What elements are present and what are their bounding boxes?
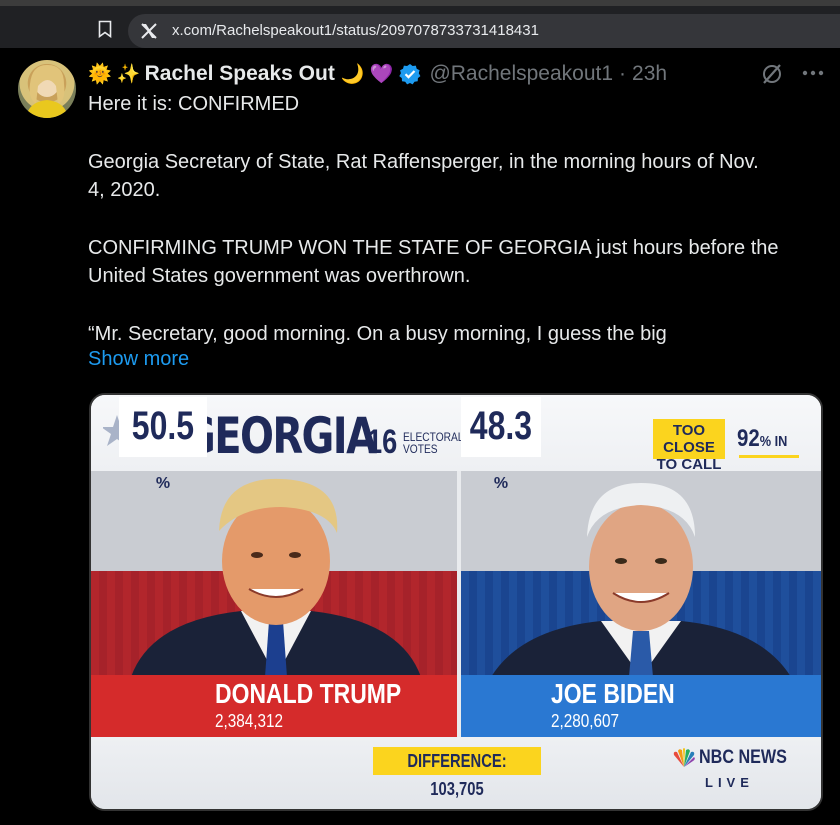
display-name[interactable]: Rachel Speaks Out	[145, 62, 335, 86]
peacock-icon	[673, 748, 695, 767]
bookmark-icon[interactable]	[98, 20, 112, 38]
biden-portrait	[491, 483, 791, 677]
candidate-name-left: DONALD TRUMP	[215, 678, 402, 709]
vote-percent-right: 48.3%	[461, 397, 541, 492]
candidate-votes-right: 2,280,607	[551, 711, 620, 731]
avatar[interactable]	[18, 60, 76, 118]
browser-address-bar: x.com/Rachelspeakout1/status/20970787337…	[0, 0, 840, 48]
candidate-votes-left: 2,384,312	[215, 711, 284, 731]
electoral-label-line: VOTES	[403, 442, 438, 456]
timestamp[interactable]: 23h	[632, 62, 667, 86]
tweet-paragraph: Here it is: CONFIRMED	[88, 93, 300, 115]
candidate-panel-right	[461, 471, 821, 677]
live-label: LIVE	[705, 775, 754, 790]
vote-difference-badge: DIFFERENCE: 103,705	[373, 747, 541, 799]
tweet-header: 🌞 ✨ Rachel Speaks Out 🌙 💜 @Rachelspeakou…	[88, 60, 667, 88]
x-logo-icon	[141, 23, 157, 39]
state-name: GEORGIA	[183, 407, 377, 465]
candidate-panel-left	[91, 471, 457, 677]
candidate-name-right: JOE BIDEN	[551, 678, 675, 709]
race-status-line: TOO CLOSE	[663, 422, 715, 456]
show-more-link[interactable]: Show more	[88, 348, 189, 371]
electoral-votes: 16	[367, 423, 398, 461]
percent-reporting-value: 92	[737, 425, 760, 452]
grok-icon[interactable]	[760, 62, 784, 86]
race-status-badge: TOO CLOSE TO CALL	[653, 419, 725, 473]
more-options-icon[interactable]	[800, 62, 826, 84]
vote-percent-left-sign: %	[155, 475, 171, 492]
handle[interactable]: @Rachelspeakout1	[429, 62, 613, 86]
network-name: NBC NEWS	[699, 747, 787, 768]
emoji-suffix: 🌙 💜	[340, 63, 394, 85]
tweet-media-image[interactable]: 20 20 GEORGIA 16 ELECTORAL VOTES TOO CLO…	[89, 393, 823, 811]
vote-percent-right-sign: %	[493, 475, 509, 492]
vote-percent-left-value: 50.5	[131, 404, 195, 448]
vote-percent-left: 50.5%	[119, 397, 207, 492]
nbc-news-logo: NBC NEWS LIVE	[667, 745, 791, 797]
vote-percent-right-value: 48.3	[469, 404, 533, 448]
percent-reporting-underline	[739, 455, 799, 458]
vote-difference-text: DIFFERENCE: 103,705	[407, 751, 507, 799]
percent-reporting: 92% IN	[737, 425, 787, 453]
tweet-paragraph: CONFIRMING TRUMP WON THE STATE OF GEORGI…	[88, 237, 779, 287]
trump-portrait	[131, 478, 421, 677]
tweet-paragraph: Georgia Secretary of State, Rat Raffensp…	[88, 151, 759, 201]
url-text[interactable]: x.com/Rachelspeakout1/status/20970787337…	[172, 22, 539, 39]
emoji-prefix: 🌞 ✨	[88, 63, 141, 85]
percent-reporting-suffix: % IN	[759, 433, 788, 450]
tweet-paragraph: “Mr. Secretary, good morning. On a busy …	[88, 323, 667, 345]
verified-badge-icon[interactable]	[399, 63, 421, 85]
electoral-label: ELECTORAL VOTES	[403, 431, 463, 455]
broadcast-footer: DIFFERENCE: 103,705 NBC NEWS LIVE	[91, 737, 821, 809]
url-field[interactable]: x.com/Rachelspeakout1/status/20970787337…	[128, 14, 840, 48]
avatar-image	[26, 64, 68, 118]
separator: ·	[619, 62, 627, 85]
